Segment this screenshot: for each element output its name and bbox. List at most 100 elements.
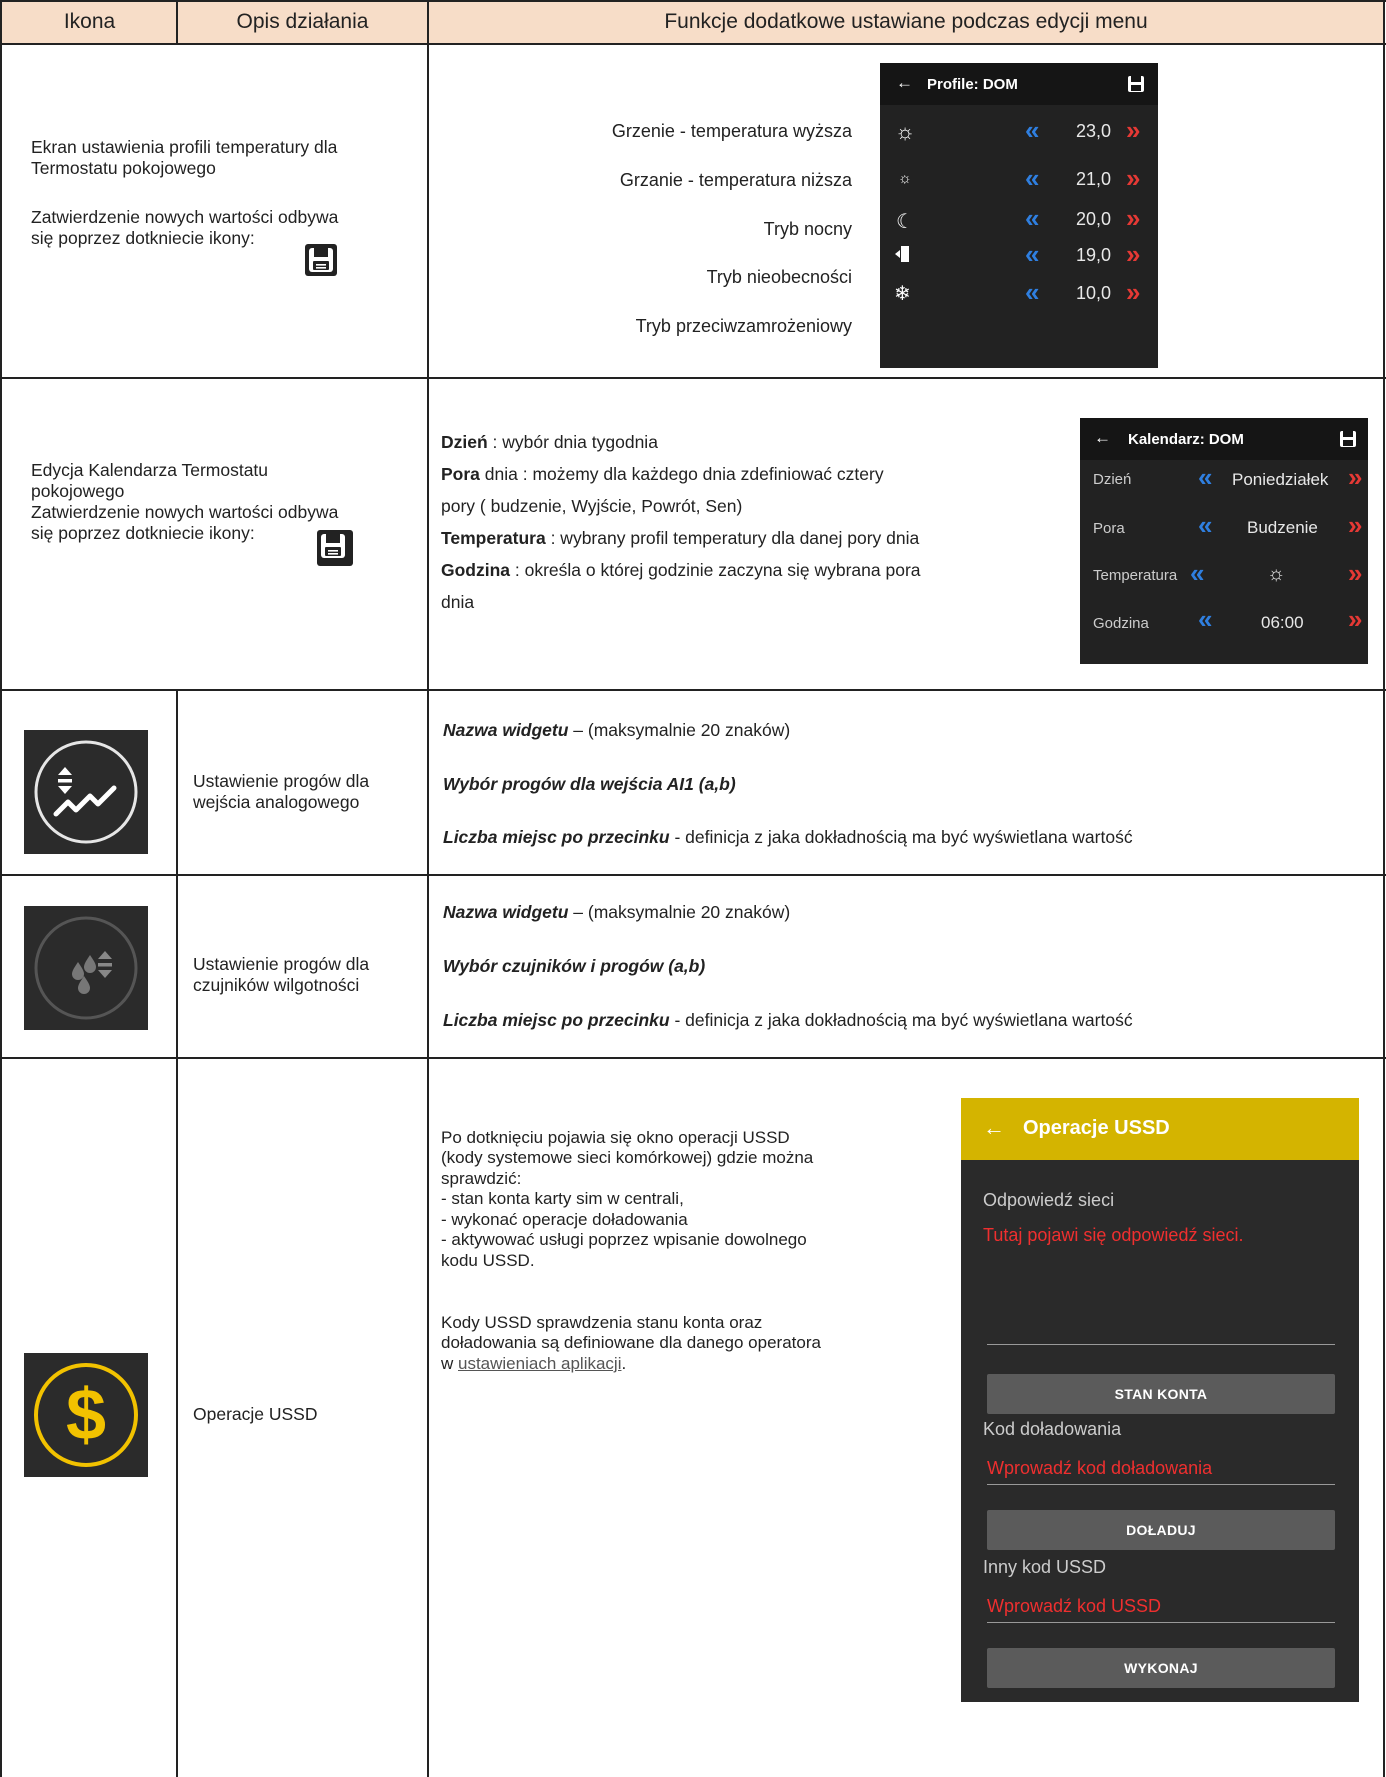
row2-desc-line2: pokojowego	[31, 481, 125, 501]
increase-chevron-icon[interactable]: »	[1126, 203, 1140, 234]
calendar-row-value: Poniedziałek	[1232, 470, 1329, 489]
border-header-bottom	[0, 43, 1386, 45]
row3-field-decimals: Liczba miejsc po przecinku - definicja z…	[443, 825, 1133, 849]
profile-value: 21,0	[1076, 169, 1112, 189]
calendar-row-value: Budzenie	[1247, 518, 1318, 537]
header-col-description: Opis działania	[236, 10, 369, 33]
profile-value: 10,0	[1076, 283, 1112, 303]
label-rest: – (maksymalnie 20 znaków)	[568, 902, 791, 922]
increase-chevron-icon[interactable]: »	[1348, 604, 1362, 635]
label-rest: - definicja z jaka dokładnością ma być w…	[669, 1010, 1133, 1030]
label-bold: Liczba miejsc po przecinku	[443, 827, 670, 847]
row4-field-thresholds: Wybór czujników i progów (a,b)	[443, 954, 705, 978]
profile-value: 20,0	[1076, 209, 1112, 229]
increase-chevron-icon[interactable]: »	[1126, 115, 1140, 146]
label-rest: – (maksymalnie 20 znaków)	[568, 720, 791, 740]
ussd-code-input[interactable]: Wprowadź kod USSD	[987, 1596, 1161, 1617]
border-row1-bottom	[0, 377, 1386, 379]
profile-label-heat-low: Grzanie - temperatura niższa	[619, 170, 852, 190]
sun-icon: ☼	[1267, 563, 1286, 585]
row3-field-name: Nazwa widgetu – (maksymalnie 20 znaków)	[443, 718, 790, 742]
calendar-desc-time-cont: pory ( budzenie, Wyjście, Powrót, Sen)	[441, 496, 743, 516]
increase-chevron-icon[interactable]: »	[1126, 163, 1140, 194]
decrease-chevron-icon[interactable]: «	[1198, 462, 1212, 493]
increase-chevron-icon[interactable]: »	[1126, 239, 1140, 270]
execute-button[interactable]: WYKONAJ	[987, 1648, 1335, 1688]
dollar-icon: $	[24, 1353, 148, 1477]
back-arrow-icon[interactable]: ←	[1094, 428, 1111, 448]
calendar-panel: ← Kalendarz: DOM Dzień « Poniedziałek » …	[1080, 418, 1368, 664]
profile-panel-title: Profile: DOM	[927, 76, 1018, 93]
topup-input[interactable]: Wprowadź kod doładowania	[987, 1458, 1212, 1479]
balance-button[interactable]: STAN KONTA	[987, 1374, 1335, 1414]
ussd-desc-line: Po dotknięciu pojawia się okno operacji …	[441, 1128, 790, 1147]
decrease-chevron-icon[interactable]: «	[1025, 203, 1039, 234]
increase-chevron-icon[interactable]: »	[1126, 277, 1140, 308]
back-arrow-icon[interactable]: ←	[983, 1115, 1005, 1141]
profile-label-heat-high: Grzenie - temperatura wyższa	[611, 121, 852, 141]
svg-text:$: $	[66, 1375, 106, 1455]
row4-desc-line2: czujników wilgotności	[193, 975, 360, 995]
decrease-chevron-icon[interactable]: «	[1198, 604, 1212, 635]
row1-desc-line2: Termostatu pokojowego	[31, 158, 216, 178]
label-bold: Wybór progów dla wejścia AI1 (a,b)	[443, 774, 736, 794]
calendar-desc-temp: Temperatura : wybrany profil temperatury…	[441, 528, 919, 549]
sun-large-icon: ☼	[895, 119, 916, 144]
ussd-desc-line: - aktywować usługi poprzez wpisanie dowo…	[441, 1230, 807, 1249]
increase-chevron-icon[interactable]: »	[1348, 462, 1362, 493]
calendar-row-label: Pora	[1093, 520, 1125, 537]
label-bold: Wybór czujników i progów (a,b)	[443, 956, 706, 976]
moon-icon: ☾	[896, 211, 914, 233]
border-row2-bottom	[0, 689, 1386, 691]
save-icon	[317, 530, 353, 566]
profile-panel-titlebar: ← Profile: DOM	[880, 63, 1158, 105]
decrease-chevron-icon[interactable]: «	[1025, 277, 1039, 308]
save-icon[interactable]	[1126, 74, 1146, 94]
border-left	[0, 0, 2, 1777]
ussd-desc-line: doładowania są definiowane dla danego op…	[441, 1333, 821, 1352]
calendar-desc-day: Dzień : wybór dnia tygodnia	[441, 432, 658, 453]
ussd-desc-line: - wykonać operacje doładowania	[441, 1210, 688, 1229]
topup-input-underline	[987, 1484, 1335, 1485]
increase-chevron-icon[interactable]: »	[1348, 510, 1362, 541]
decrease-chevron-icon[interactable]: «	[1198, 510, 1212, 541]
decrease-chevron-icon[interactable]: «	[1190, 558, 1204, 589]
save-icon[interactable]	[1338, 429, 1358, 449]
ussd-titlebar: ← Operacje USSD	[961, 1098, 1359, 1160]
decrease-chevron-icon[interactable]: «	[1025, 163, 1039, 194]
border-row4-bottom	[0, 1057, 1386, 1059]
row4-field-decimals: Liczba miejsc po przecinku - definicja z…	[443, 1008, 1133, 1032]
ussd-code-input-underline	[987, 1622, 1335, 1623]
profile-labels: Grzenie - temperatura wyższa Grzanie - t…	[440, 113, 852, 363]
ussd-response-text: Tutaj pojawi się odpowiedź sieci.	[983, 1225, 1244, 1245]
label-bold: Pora	[441, 464, 480, 484]
label-rest: : wybrany profil temperatury dla danej p…	[545, 528, 920, 548]
ussd-desc-line: sprawdzić:	[441, 1169, 522, 1188]
border-row3-bottom	[0, 874, 1386, 876]
link-prefix: w	[441, 1354, 458, 1373]
decrease-chevron-icon[interactable]: «	[1025, 115, 1039, 146]
row4-field-name: Nazwa widgetu – (maksymalnie 20 znaków)	[443, 900, 790, 924]
label-bold: Godzina	[441, 560, 511, 580]
row4-desc-line1: Ustawienie progów dla	[193, 954, 370, 974]
back-arrow-icon[interactable]: ←	[896, 73, 913, 93]
decrease-chevron-icon[interactable]: «	[1025, 239, 1039, 270]
row2-desc-line1: Edycja Kalendarza Termostatu	[31, 460, 269, 480]
label-bold: Nazwa widgetu	[443, 902, 569, 922]
calendar-row-value: 06:00	[1261, 613, 1304, 632]
ussd-desc-line: kodu USSD.	[441, 1251, 535, 1270]
ussd-panel: ← Operacje USSD Odpowiedź sieci Tutaj po…	[961, 1098, 1359, 1702]
profile-panel: ← Profile: DOM ☼ « 23,0 » ☼ « 21,0 » ☾ «…	[880, 63, 1158, 368]
profile-label-night: Tryb nocny	[763, 219, 852, 239]
app-settings-link[interactable]: ustawieniach aplikacji	[458, 1354, 621, 1373]
col-divider-2	[427, 0, 429, 1777]
increase-chevron-icon[interactable]: »	[1348, 558, 1362, 589]
save-icon	[305, 244, 337, 276]
topup-button[interactable]: DOŁADUJ	[987, 1510, 1335, 1550]
snowflake-icon: ❄	[894, 283, 911, 305]
topup-label: Kod doładowania	[983, 1419, 1122, 1439]
calendar-desc-hour: Godzina : określa o której godzinie zacz…	[441, 560, 921, 581]
border-top	[0, 0, 1386, 2]
label-rest: : wybór dnia tygodnia	[487, 432, 658, 452]
header-col-functions: Funkcje dodatkowe ustawiane podczas edyc…	[664, 10, 1148, 33]
